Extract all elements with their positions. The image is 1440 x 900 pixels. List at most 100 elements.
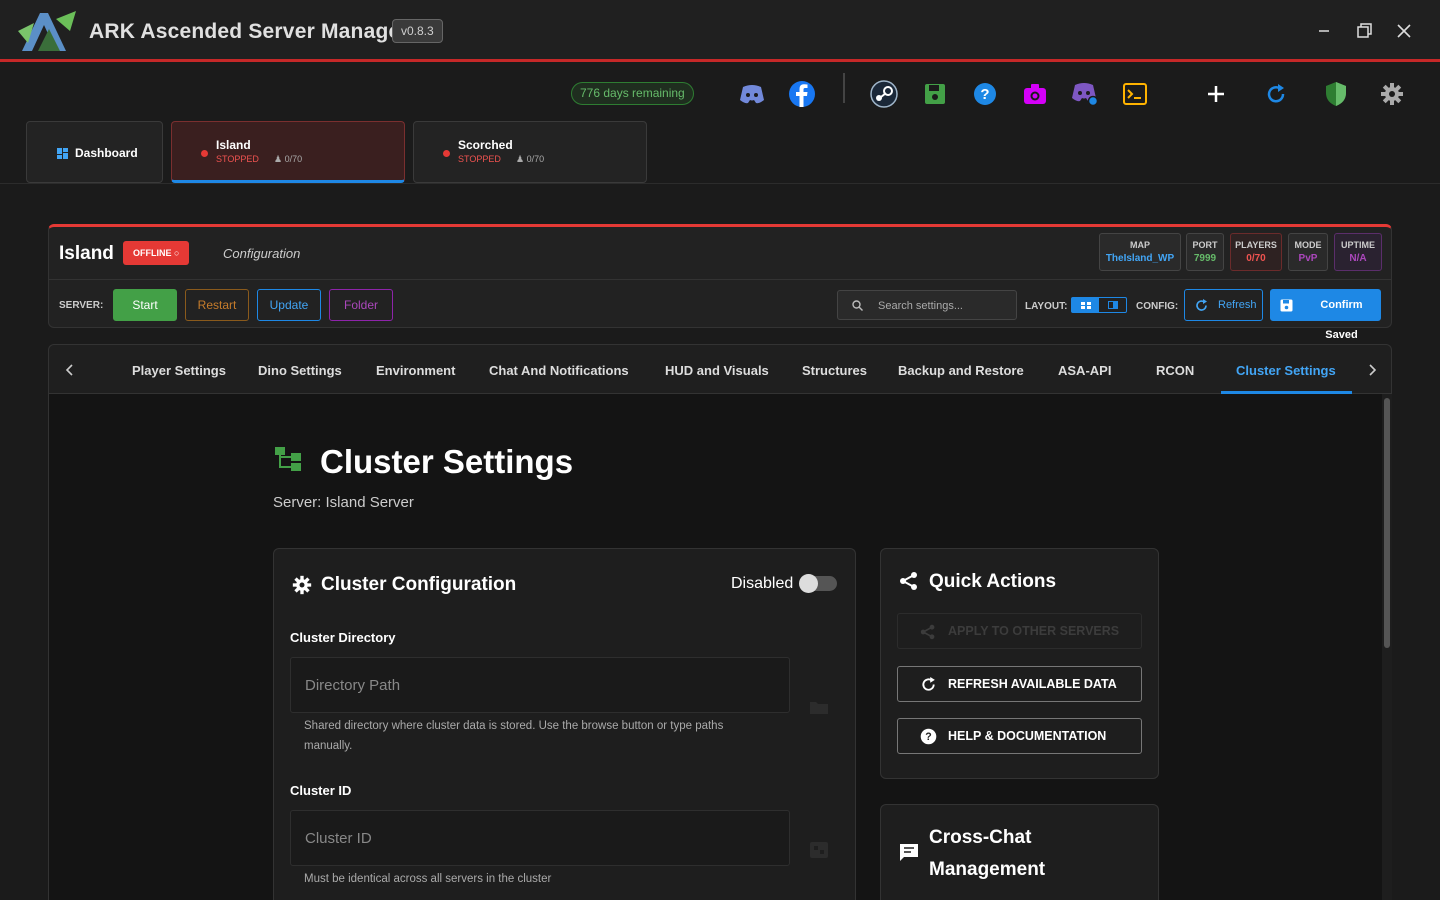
config-label: CONFIG: xyxy=(1136,301,1179,312)
tab-cluster-settings[interactable]: Cluster Settings xyxy=(1236,363,1336,378)
refresh-data-button[interactable]: REFRESH AVAILABLE DATA xyxy=(897,666,1142,702)
server-tab-players: ♟ 0/70 xyxy=(274,154,303,164)
apply-to-other-servers-button[interactable]: APPLY TO OTHER SERVERS xyxy=(897,613,1142,649)
tab-rcon[interactable]: RCON xyxy=(1156,363,1194,378)
stat-value: 7999 xyxy=(1193,253,1217,264)
stat-key: PLAYERS xyxy=(1235,240,1277,250)
server-control-panel: Island OFFLINE ○ Configuration MAP TheIs… xyxy=(48,224,1392,341)
tab-player-settings[interactable]: Player Settings xyxy=(132,363,226,378)
cluster-id-hint: Must be identical across all servers in … xyxy=(304,873,552,885)
svg-text:?: ? xyxy=(925,731,931,743)
content-scrollbar[interactable] xyxy=(1382,394,1392,900)
update-button[interactable]: Update xyxy=(257,289,321,321)
minimize-icon[interactable] xyxy=(1311,18,1337,44)
server-tab-name: Scorched xyxy=(458,138,513,152)
tab-chat-notifications[interactable]: Chat And Notifications xyxy=(489,363,629,378)
settings-search[interactable]: Search settings... xyxy=(837,290,1017,320)
server-tab-players-value: 0/70 xyxy=(284,154,303,164)
tab-environment[interactable]: Environment xyxy=(376,363,455,378)
tab-server-scorched[interactable]: Scorched STOPPED ♟ 0/70 xyxy=(413,121,647,183)
help-documentation-button[interactable]: ? HELP & DOCUMENTATION xyxy=(897,718,1142,754)
shield-icon[interactable] xyxy=(1321,79,1351,109)
server-tab-players: ♟ 0/70 xyxy=(516,154,545,164)
cluster-directory-field[interactable]: Directory Path xyxy=(290,657,790,713)
layout-grid-option[interactable] xyxy=(1072,298,1099,312)
status-badge-text: OFFLINE xyxy=(133,248,172,258)
confirm-saved-label: Confirm Saved xyxy=(1320,299,1363,341)
title-bar: ARK Ascended Server Manager v0.8.3 xyxy=(0,0,1440,62)
search-icon xyxy=(852,300,863,311)
tab-dashboard[interactable]: Dashboard xyxy=(26,121,163,183)
server-name: Island xyxy=(59,243,114,264)
confirm-saved-button[interactable]: Confirm Saved xyxy=(1270,289,1381,341)
tab-dashboard-label: Dashboard xyxy=(75,146,138,160)
add-server-icon[interactable] xyxy=(1201,79,1231,109)
panel-subtitle: Configuration xyxy=(223,246,301,261)
stat-map: MAP TheIsland_WP xyxy=(1099,233,1181,271)
stat-players: PLAYERS 0/70 xyxy=(1230,233,1282,271)
stat-value: 0/70 xyxy=(1246,253,1266,264)
svg-text:?: ? xyxy=(980,86,989,103)
cluster-id-field[interactable]: Cluster ID xyxy=(290,810,790,866)
refresh-icon xyxy=(1196,299,1207,311)
stat-port: PORT 7999 xyxy=(1186,233,1224,271)
terminal-icon[interactable] xyxy=(1120,79,1150,109)
panel-divider xyxy=(49,279,1391,280)
page-subtitle: Server: Island Server xyxy=(273,494,414,511)
page-title: Cluster Settings xyxy=(320,443,574,480)
discord-bot-icon[interactable] xyxy=(1070,79,1100,109)
tab-asa-api[interactable]: ASA-API xyxy=(1058,363,1111,378)
dashboard-icon xyxy=(57,148,68,159)
start-button[interactable]: Start xyxy=(113,289,177,321)
scrollbar-thumb[interactable] xyxy=(1384,398,1390,648)
help-icon[interactable]: ? xyxy=(970,79,1000,109)
status-dot xyxy=(443,150,450,157)
stat-value: TheIsland_WP xyxy=(1105,253,1175,264)
cluster-directory-label: Cluster Directory xyxy=(290,630,396,645)
status-dot xyxy=(201,150,208,157)
maximize-icon[interactable] xyxy=(1351,18,1377,44)
generate-id-icon[interactable] xyxy=(809,841,829,859)
share-icon xyxy=(920,624,935,640)
tab-hud-visuals[interactable]: HUD and Visuals xyxy=(665,363,769,378)
tab-backup-restore[interactable]: Backup and Restore xyxy=(898,363,1024,378)
restart-button[interactable]: Restart xyxy=(185,289,249,321)
steam-icon[interactable] xyxy=(869,79,899,109)
tab-server-island[interactable]: Island STOPPED ♟ 0/70 xyxy=(171,121,405,183)
folder-button[interactable]: Folder xyxy=(329,289,393,321)
cluster-id-input[interactable]: Cluster ID xyxy=(305,830,372,847)
server-tabs: Dashboard Island STOPPED ♟ 0/70 Scorched… xyxy=(0,121,1440,184)
tab-dino-settings[interactable]: Dino Settings xyxy=(258,363,342,378)
refresh-icon[interactable] xyxy=(1261,79,1291,109)
gear-icon xyxy=(292,575,312,595)
toggle-knob xyxy=(799,574,818,593)
cluster-directory-input[interactable]: Directory Path xyxy=(305,677,400,694)
toolbar-divider xyxy=(843,73,845,103)
cluster-enable-toggle[interactable] xyxy=(799,574,837,593)
gear-icon[interactable] xyxy=(1377,79,1407,109)
stat-key: MAP xyxy=(1130,240,1150,250)
apply-label: APPLY TO OTHER SERVERS xyxy=(948,624,1120,638)
folder-browse-icon[interactable] xyxy=(809,699,829,715)
stat-value: PvP xyxy=(1298,253,1318,264)
save-icon[interactable] xyxy=(920,79,950,109)
scroll-right-icon[interactable] xyxy=(1367,363,1377,381)
discord-icon[interactable] xyxy=(737,79,767,109)
layout-split-option[interactable] xyxy=(1099,298,1126,312)
stat-mode: MODE PvP xyxy=(1288,233,1328,271)
share-icon xyxy=(900,572,917,590)
layout-toggle[interactable] xyxy=(1071,297,1127,313)
app-title: ARK Ascended Server Manager xyxy=(89,20,409,43)
refresh-config-button[interactable]: Refresh xyxy=(1184,289,1263,321)
scroll-left-icon[interactable] xyxy=(65,363,75,381)
stat-value: N/A xyxy=(1349,253,1367,264)
close-icon[interactable] xyxy=(1391,18,1417,44)
tab-structures[interactable]: Structures xyxy=(802,363,867,378)
search-input[interactable]: Search settings... xyxy=(878,300,963,312)
facebook-icon[interactable] xyxy=(787,79,817,109)
sitemap-icon xyxy=(275,447,301,471)
save-icon xyxy=(1280,299,1293,312)
cluster-config-title: Cluster Configuration xyxy=(321,574,517,595)
license-badge: 776 days remaining xyxy=(571,82,694,105)
camera-icon[interactable] xyxy=(1020,79,1050,109)
